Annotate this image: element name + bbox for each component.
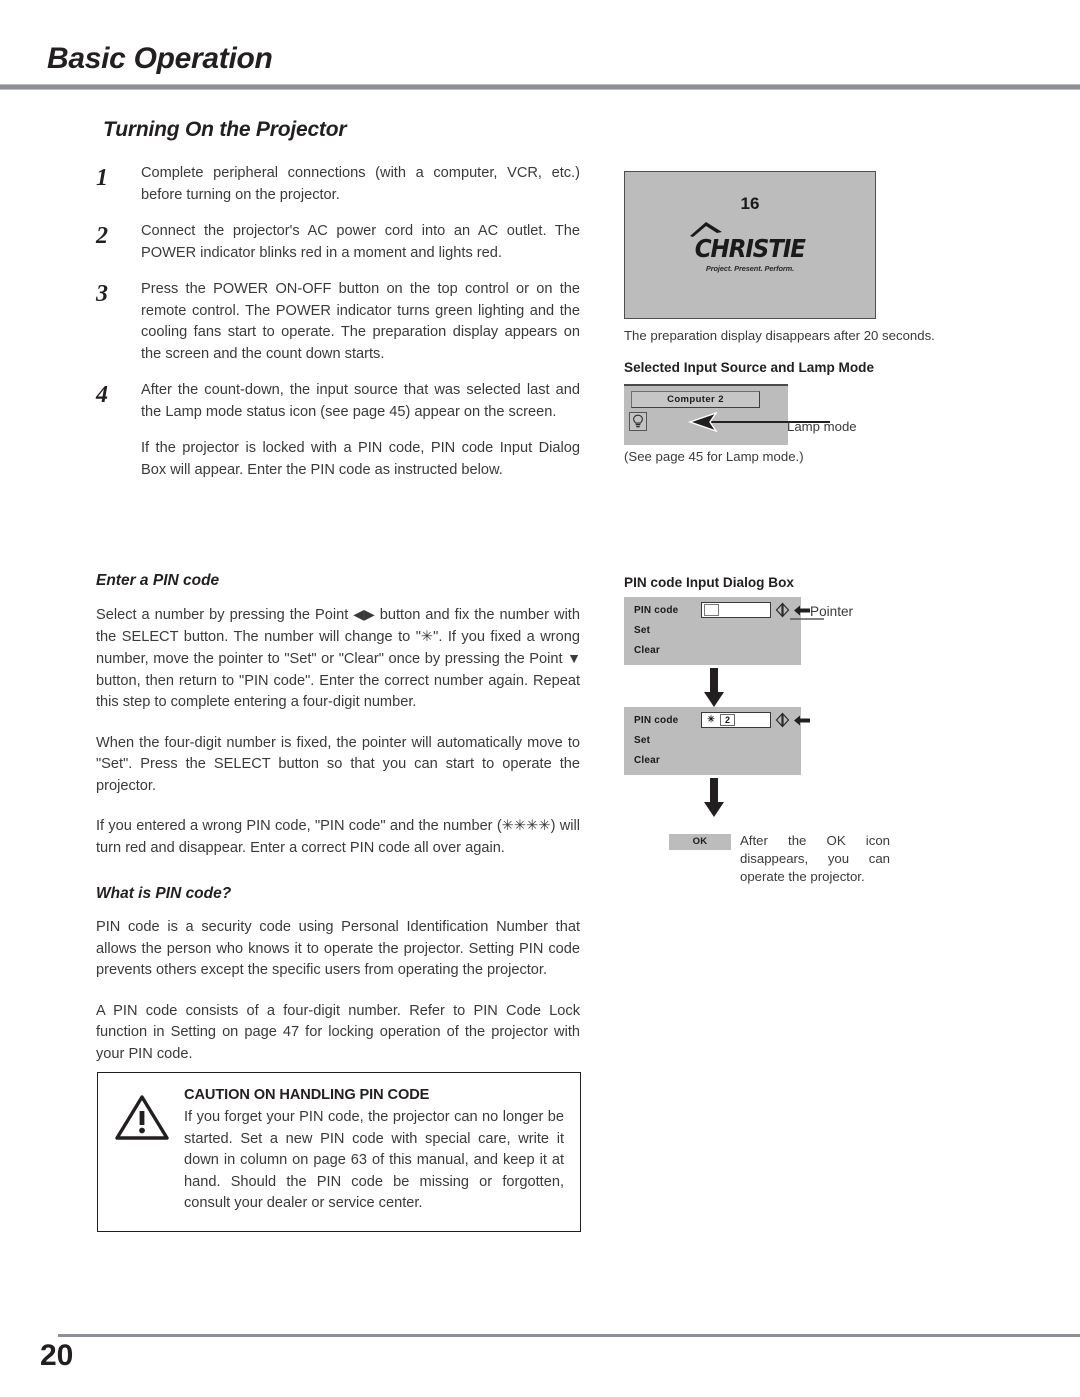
chapter-title: Basic Operation [47, 42, 273, 75]
left-right-spinner-icon[interactable] [775, 712, 790, 728]
pin-code-dialog-empty[interactable]: PIN code Set Clear [624, 597, 810, 665]
pin-dialog-clear-item[interactable]: Clear [634, 755, 660, 766]
step-text: Connect the projector's AC power cord in… [141, 223, 580, 261]
flow-down-arrow-icon [704, 668, 724, 707]
what-pin-heading: What is PIN code? [96, 885, 232, 902]
pin-dialog-clear-item[interactable]: Clear [634, 645, 660, 656]
left-right-spinner-icon[interactable] [775, 602, 790, 618]
step-item: 3 Press the POWER ON-OFF button on the t… [96, 279, 580, 365]
footer-divider [58, 1334, 1080, 1337]
enter-pin-heading: Enter a PIN code [96, 572, 220, 589]
caution-text: If you forget your PIN code, the project… [184, 1109, 564, 1211]
lamp-mode-note: (See page 45 for Lamp mode.) [624, 449, 804, 464]
lamp-mode-heading: Selected Input Source and Lamp Mode [624, 360, 875, 375]
pin-code-row-label: PIN code [634, 715, 679, 726]
step-item: 1 Complete peripheral connections (with … [96, 163, 580, 206]
christie-tagline: Project. Present. Perform. [705, 264, 795, 273]
ok-icon-note: After the OK icon disappears, you can op… [740, 833, 890, 884]
lamp-mode-pointer-label: Lamp mode [787, 419, 857, 434]
step4-followup-text: If the projector is locked with a PIN co… [141, 440, 580, 478]
lamp-mode-icon [629, 412, 647, 431]
step-text: Complete peripheral connections (with a … [141, 165, 580, 203]
pin-digit-cell-masked[interactable]: ✳ [703, 714, 719, 726]
enter-pin-paragraph-2: When the four-digit number is fixed, the… [96, 734, 580, 794]
pointer-callout-label: Pointer [810, 604, 854, 619]
point-left-right-icon: ◀▶ [353, 606, 375, 622]
input-source-chip: Computer 2 [631, 391, 760, 408]
pin-dialog-pointer-icon [794, 715, 810, 726]
step-number: 2 [96, 223, 108, 249]
header-divider [0, 84, 1080, 90]
step-item: 4 After the count-down, the input source… [96, 380, 580, 423]
what-pin-paragraph-2: A PIN code consists of a four-digit numb… [96, 1002, 580, 1062]
step-item: 2 Connect the projector's AC power cord … [96, 221, 580, 264]
what-is-pin-code-section: What is PIN code? PIN code is a security… [96, 885, 580, 1084]
step-number: 3 [96, 281, 108, 307]
section-title: Turning On the Projector [103, 118, 347, 141]
enter-pin-paragraph-1: Select a number by pressing the Point ◀▶… [96, 604, 581, 714]
pin-code-input-field[interactable] [701, 602, 771, 618]
pin-code-dialog-filled[interactable]: PIN code Set Clear ✳ 2 [624, 707, 810, 775]
countdown-number: 16 [740, 194, 760, 213]
enter-pin-code-section: Enter a PIN code Select a number by pres… [96, 572, 581, 878]
christie-logo: CHRISTIE Project. Present. Perform. [625, 222, 875, 273]
step-text: After the count-down, the input source t… [141, 382, 580, 420]
step-number: 1 [96, 165, 108, 191]
enter-pin-paragraph-3: If you entered a wrong PIN code, "PIN co… [96, 818, 580, 856]
preparation-display-figure: 16 CHRISTIE Project. Present. Perform. [624, 171, 876, 319]
caution-body: CAUTION ON HANDLING PIN CODE If you forg… [184, 1087, 564, 1215]
preparation-display-caption: The preparation display disappears after… [624, 328, 935, 343]
pin-dialog-set-item[interactable]: Set [634, 735, 650, 746]
steps-list: 1 Complete peripheral connections (with … [96, 163, 580, 498]
ok-icon-chip: OK [669, 834, 731, 850]
pin-digit-cell[interactable] [703, 604, 719, 616]
what-pin-paragraph-1: PIN code is a security code using Person… [96, 919, 580, 978]
enter-pin-para1-part-c: button, then return to "PIN code". Enter… [96, 672, 580, 711]
pin-dialog-heading: PIN code Input Dialog Box [624, 575, 794, 590]
pin-code-input-field[interactable]: ✳ 2 [701, 712, 771, 728]
point-down-icon: ▼ [567, 650, 581, 666]
page-header: Basic Operation [0, 0, 1080, 92]
enter-pin-para1-part-a: Select a number by pressing the Point [96, 607, 354, 623]
step-text: Press the POWER ON-OFF button on the top… [141, 281, 580, 362]
caution-box: CAUTION ON HANDLING PIN CODE If you forg… [97, 1072, 581, 1232]
warning-triangle-icon [114, 1087, 170, 1215]
christie-wordmark: CHRISTIE [694, 234, 806, 263]
page-number: 20 [40, 1339, 74, 1372]
pin-dialog-set-item[interactable]: Set [634, 625, 650, 636]
caution-title: CAUTION ON HANDLING PIN CODE [184, 1087, 430, 1103]
pin-digit-cell-active[interactable]: 2 [720, 714, 735, 726]
step-number: 4 [96, 382, 108, 408]
pin-code-row-label: PIN code [634, 605, 679, 616]
christie-peak-icon [690, 222, 722, 237]
flow-down-arrow-icon [704, 778, 724, 817]
